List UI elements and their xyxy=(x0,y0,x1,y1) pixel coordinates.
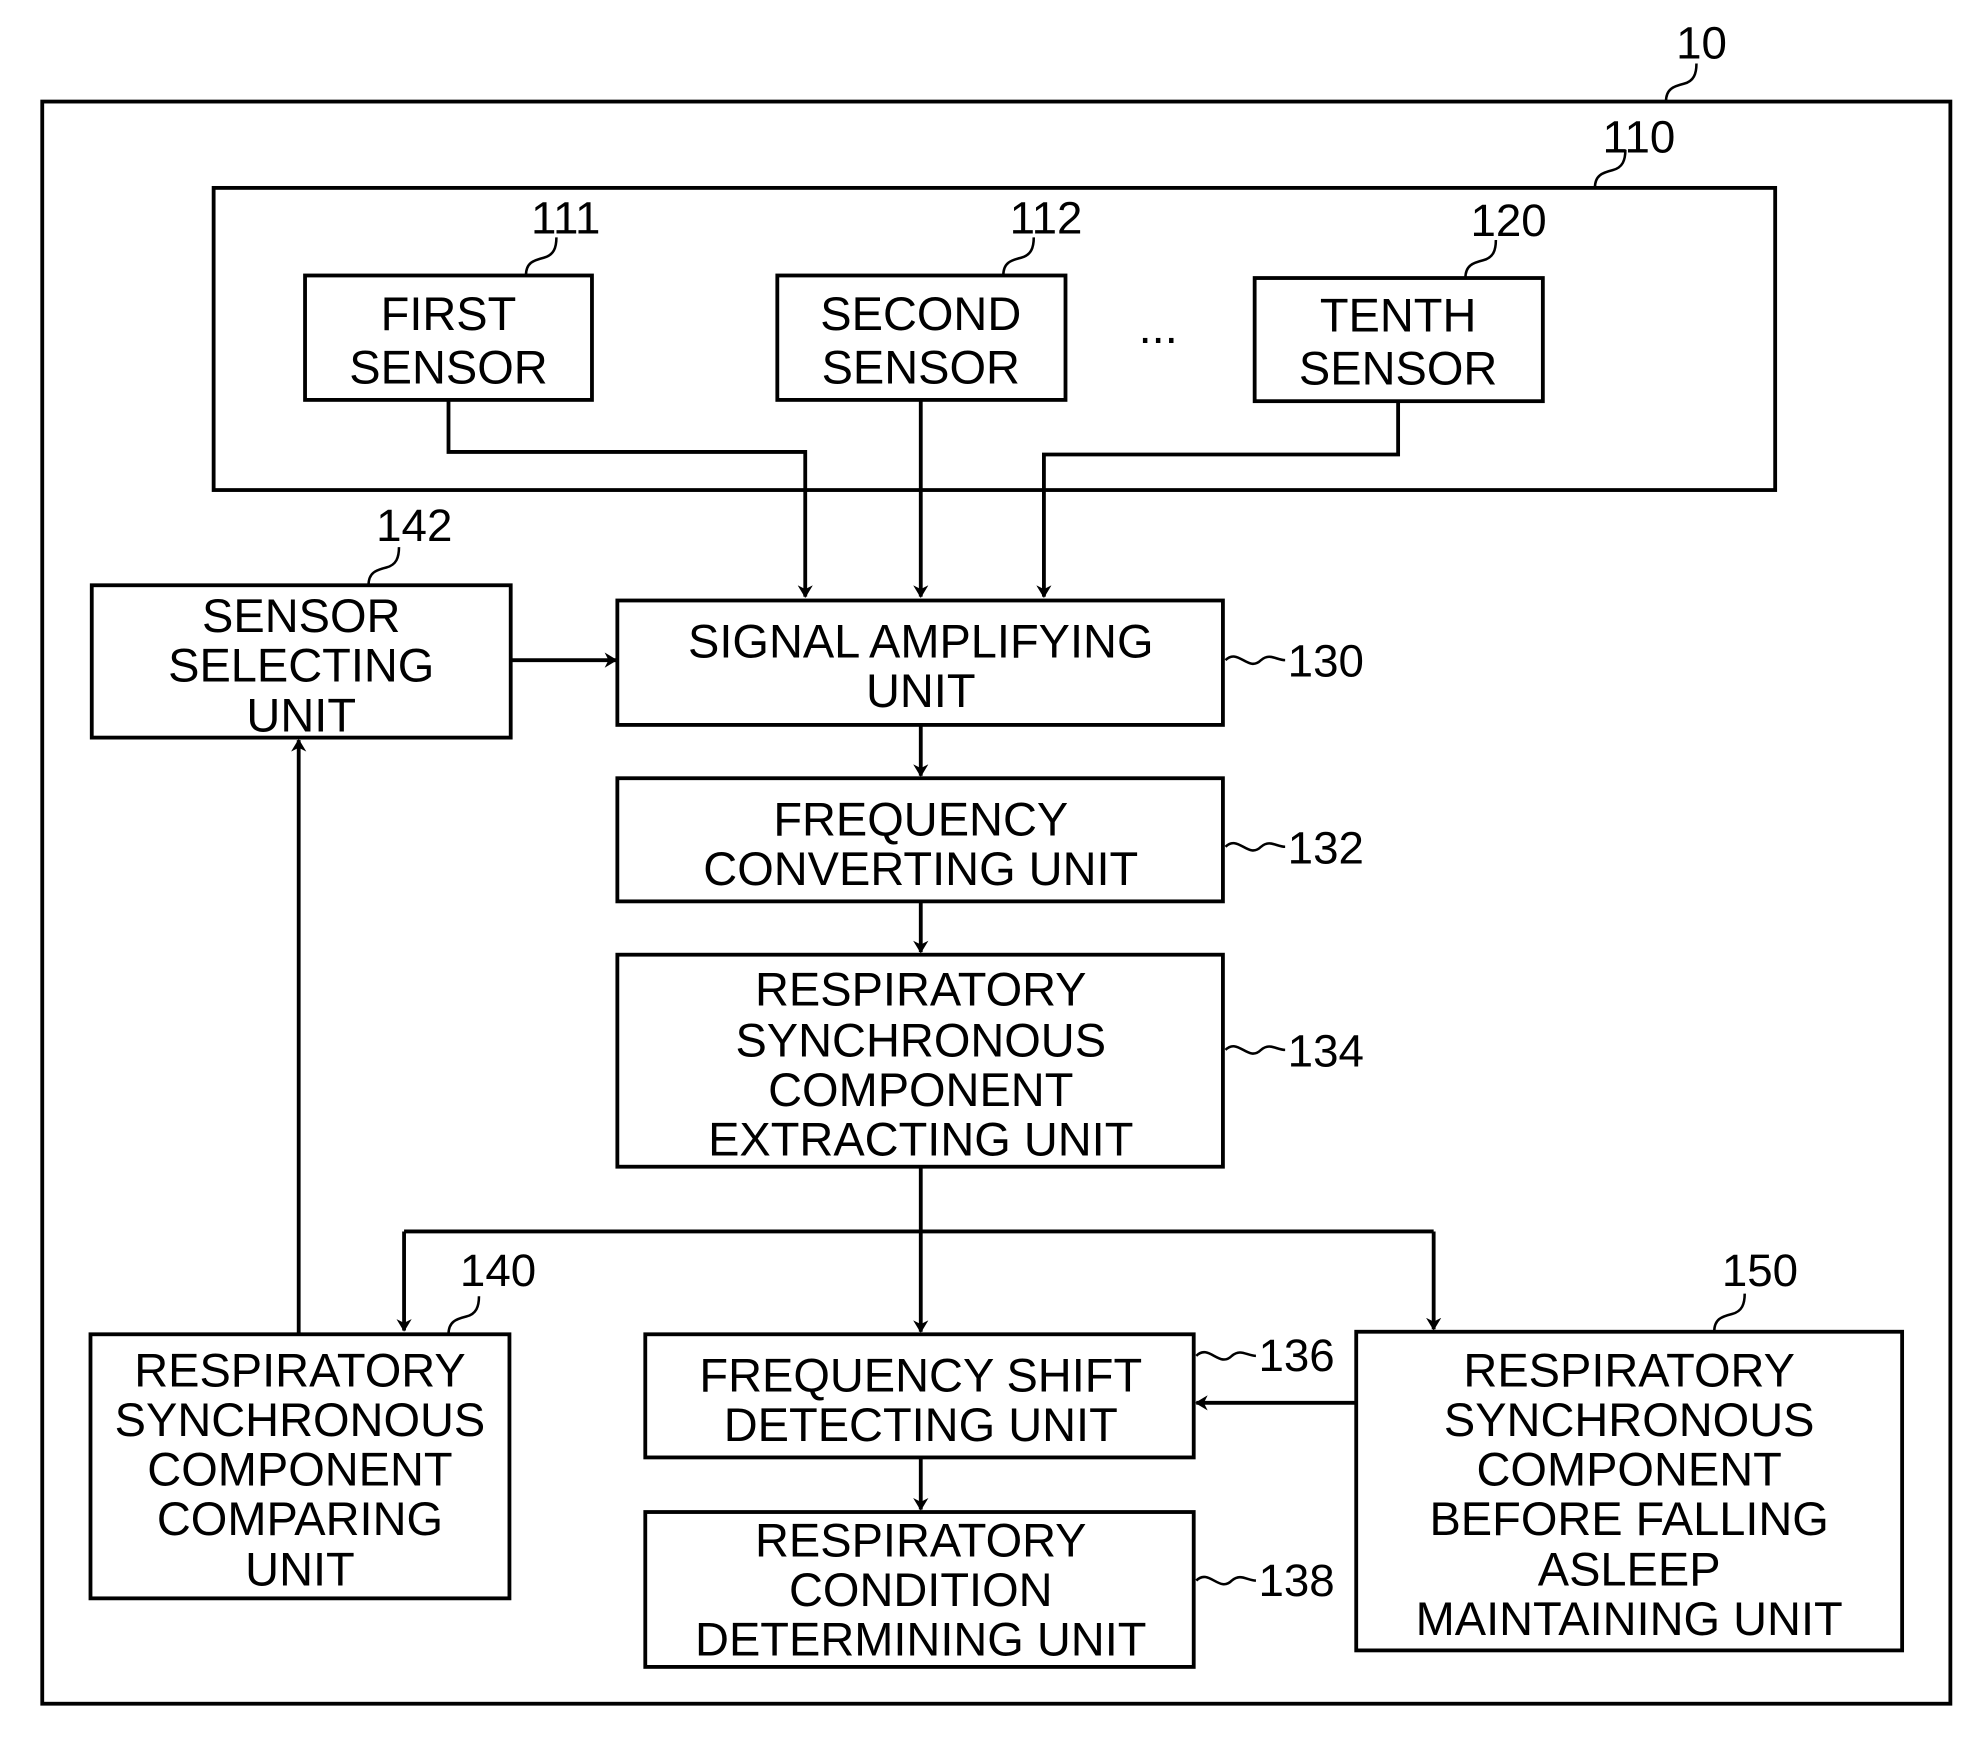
device-ref: 10 xyxy=(1676,17,1727,68)
tenth-sensor-line-1: TENTH xyxy=(1320,288,1477,341)
respiratory-condition-line-2: CONDITION xyxy=(789,1563,1053,1616)
rsc-extracting-line-3: COMPONENT xyxy=(768,1063,1073,1116)
rsc-before-sleep-line-3: COMPONENT xyxy=(1477,1442,1782,1495)
frequency-converting-ref: 132 xyxy=(1288,822,1364,873)
rsc-comparing-line-1: RESPIRATORY xyxy=(134,1343,466,1396)
first-sensor-ref: 111 xyxy=(531,193,600,244)
respiratory-condition-line-1: RESPIRATORY xyxy=(755,1513,1087,1566)
rsc-extracting-ref: 134 xyxy=(1288,1025,1364,1076)
frequency-shift-unit-block: FREQUENCY SHIFT DETECTING UNIT xyxy=(643,1332,1196,1460)
sensor-group-ref: 110 xyxy=(1603,111,1676,162)
respiratory-condition-ref: 138 xyxy=(1258,1555,1334,1606)
rsc-comparing-unit-block: RESPIRATORY SYNCHRONOUS COMPONENT COMPAR… xyxy=(88,1332,512,1601)
sensor-selecting-ref: 142 xyxy=(376,500,452,551)
rsc-extracting-line-4: EXTRACTING UNIT xyxy=(708,1112,1133,1165)
rsc-comparing-line-4: COMPARING xyxy=(157,1492,443,1545)
rsc-extracting-unit-block: RESPIRATORY SYNCHRONOUS COMPONENT EXTRAC… xyxy=(615,952,1225,1169)
rsc-before-sleep-line-5: ASLEEP xyxy=(1538,1543,1721,1596)
rsc-before-sleep-line-4: BEFORE FALLING xyxy=(1429,1492,1828,1545)
first-sensor-block: FIRST SENSOR xyxy=(303,273,594,402)
block-diagram: 10 110 FIRST SENSOR 111 SECOND SENSOR 11… xyxy=(40,17,1953,1706)
frequency-shift-ref: 136 xyxy=(1258,1330,1334,1381)
tenth-sensor-line-2: SENSOR xyxy=(1299,342,1497,395)
frequency-converting-line-1: FREQUENCY xyxy=(773,792,1068,845)
first-sensor-line-2: SENSOR xyxy=(349,340,547,393)
signal-amplifying-line-2: UNIT xyxy=(866,664,976,717)
ellipsis: ... xyxy=(1139,300,1178,353)
frequency-shift-line-1: FREQUENCY SHIFT xyxy=(699,1348,1142,1401)
rsc-extracting-line-2: SYNCHRONOUS xyxy=(735,1013,1106,1066)
signal-amplifying-ref: 130 xyxy=(1288,636,1364,687)
rsc-comparing-line-5: UNIT xyxy=(245,1543,355,1596)
rsc-before-sleep-line-1: RESPIRATORY xyxy=(1463,1343,1795,1396)
respiratory-condition-unit-block: RESPIRATORY CONDITION DETERMINING UNIT xyxy=(643,1510,1196,1669)
second-sensor-ref: 112 xyxy=(1010,193,1083,244)
respiratory-condition-line-3: DETERMINING UNIT xyxy=(695,1612,1146,1665)
rsc-before-sleep-line-6: MAINTAINING UNIT xyxy=(1416,1592,1843,1645)
second-sensor-block: SECOND SENSOR xyxy=(775,273,1068,402)
signal-amplifying-unit-block: SIGNAL AMPLIFYING UNIT xyxy=(615,598,1225,727)
rsc-before-sleep-unit-block: RESPIRATORY SYNCHRONOUS COMPONENT BEFORE… xyxy=(1354,1329,1905,1653)
frequency-converting-unit-block: FREQUENCY CONVERTING UNIT xyxy=(615,776,1225,904)
signal-amplifying-line-1: SIGNAL AMPLIFYING xyxy=(688,615,1153,668)
tenth-sensor-ref: 120 xyxy=(1470,195,1546,246)
sensor-selecting-unit-block: SENSOR SELECTING UNIT xyxy=(89,583,513,741)
first-sensor-line-1: FIRST xyxy=(381,287,517,340)
frequency-converting-line-2: CONVERTING UNIT xyxy=(703,842,1138,895)
rsc-comparing-line-3: COMPONENT xyxy=(147,1442,452,1495)
second-sensor-line-1: SECOND xyxy=(820,287,1021,340)
rsc-comparing-line-2: SYNCHRONOUS xyxy=(115,1393,486,1446)
rsc-extracting-line-1: RESPIRATORY xyxy=(755,962,1087,1015)
sensor-selecting-line-1: SENSOR xyxy=(202,589,400,642)
frequency-shift-line-2: DETECTING UNIT xyxy=(724,1398,1118,1451)
tenth-sensor-block: TENTH SENSOR xyxy=(1252,276,1545,404)
sensor-selecting-line-3: UNIT xyxy=(246,688,356,741)
rsc-comparing-ref: 140 xyxy=(460,1245,536,1296)
rsc-before-sleep-ref: 150 xyxy=(1722,1245,1798,1296)
sensor-selecting-line-2: SELECTING xyxy=(168,639,434,692)
rsc-before-sleep-line-2: SYNCHRONOUS xyxy=(1444,1393,1815,1446)
device-leader xyxy=(1664,63,1698,102)
second-sensor-line-2: SENSOR xyxy=(822,340,1020,393)
